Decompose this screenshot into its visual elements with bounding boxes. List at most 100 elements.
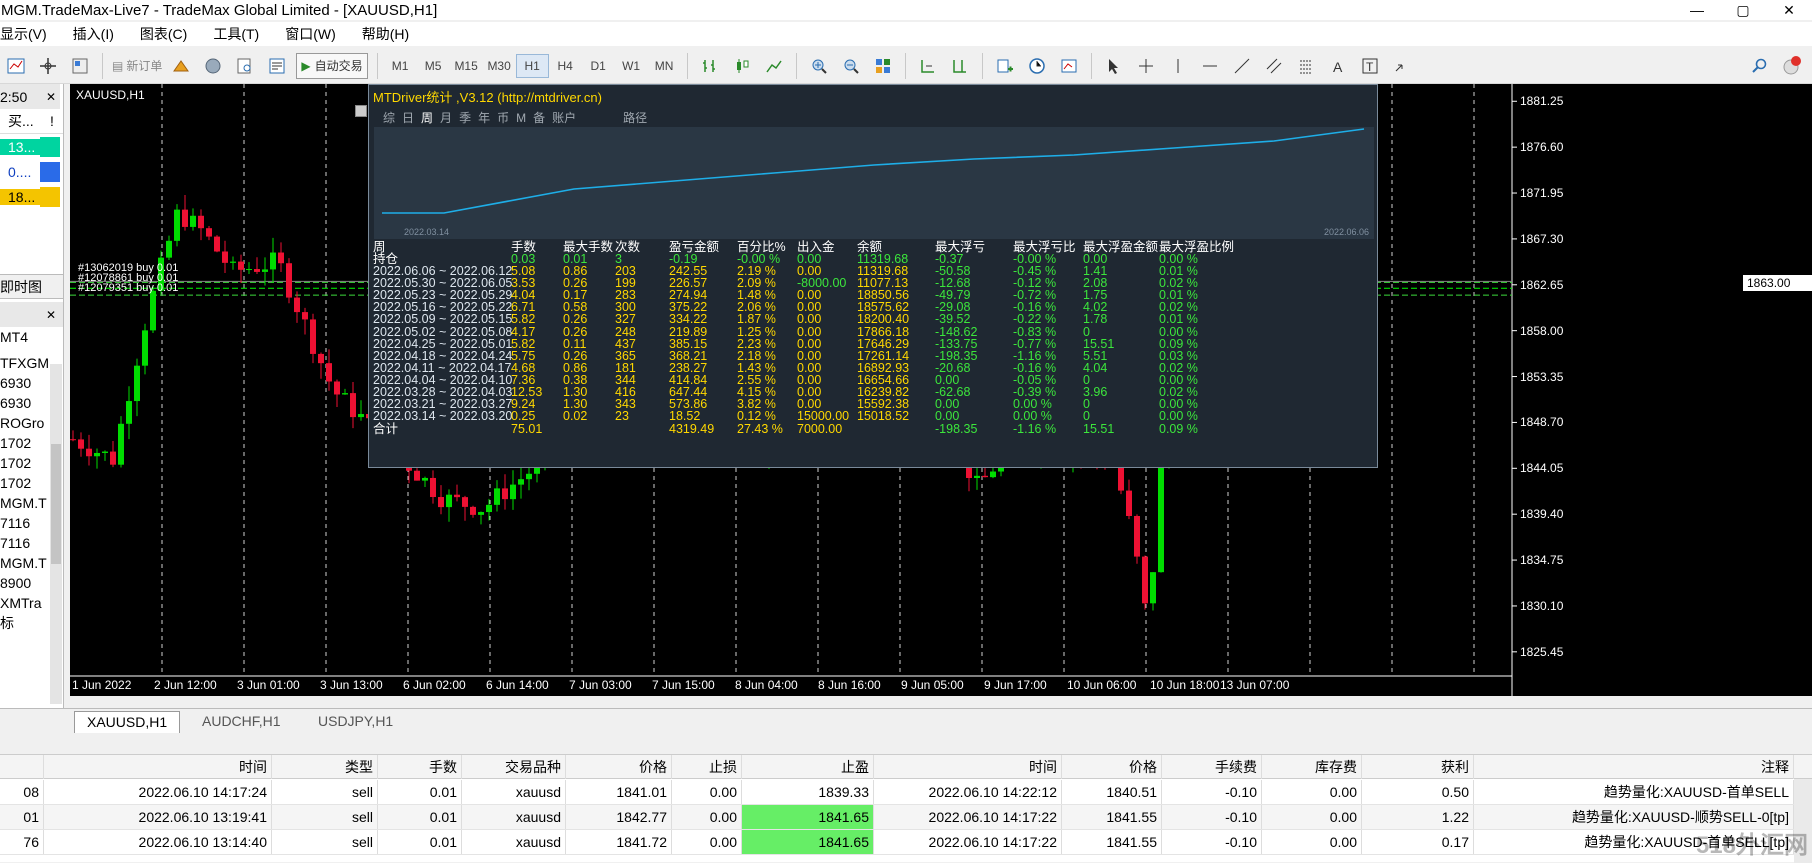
zoom-out-icon[interactable] [839, 54, 863, 78]
orders-column-header[interactable]: 获利 [1362, 755, 1474, 779]
new-order-button[interactable]: ▤ 新订单 [112, 53, 162, 79]
timeframe-m30[interactable]: M30 [483, 59, 516, 73]
timeframe-d1[interactable]: D1 [582, 59, 615, 73]
candle [214, 235, 220, 253]
order-cell: 2022.06.10 13:19:41 [44, 805, 272, 829]
stats-tab[interactable]: 路径 [623, 111, 647, 125]
close-button[interactable]: ✕ [1766, 0, 1812, 20]
orders-column-header[interactable]: 类型 [272, 755, 378, 779]
candlestick-icon[interactable] [730, 54, 754, 78]
grid-toggle-icon[interactable] [355, 105, 367, 117]
trendline-icon[interactable] [1230, 54, 1254, 78]
chart-shift-icon[interactable] [948, 54, 972, 78]
close-icon[interactable]: ✕ [46, 90, 56, 104]
order-row[interactable]: 01 2022.06.10 13:19:41 sell 0.01 xauusd 1842.… [0, 805, 1812, 830]
orders-column-header[interactable]: 价格 [566, 755, 672, 779]
timeframe-m1[interactable]: M1 [384, 59, 417, 73]
stats-tab[interactable]: 季 [459, 111, 471, 125]
navigator-item[interactable]: 标 [0, 610, 14, 635]
orders-column-header[interactable]: 价格 [1062, 755, 1162, 779]
tab-audchf-h1[interactable]: AUDCHF,H1 [190, 711, 293, 733]
profiles-icon[interactable] [68, 54, 92, 78]
menu-tools[interactable]: 工具(T) [213, 24, 259, 44]
stats-tab[interactable]: 周 [421, 111, 433, 125]
text-icon[interactable]: A [1326, 54, 1350, 78]
quote-row[interactable]: 13... [0, 134, 63, 159]
fibonacci-icon[interactable] [1294, 54, 1318, 78]
new-chart-icon[interactable] [4, 54, 28, 78]
maximize-button[interactable]: ▢ [1720, 0, 1766, 20]
orders-column-header[interactable]: 止盈 [742, 755, 874, 779]
messages-icon[interactable] [1780, 54, 1804, 78]
toolbar-separator [1090, 52, 1092, 79]
auto-trade-button[interactable]: ▶ 自动交易 [296, 52, 368, 79]
stats-tab[interactable]: 年 [478, 111, 490, 125]
orders-column-header[interactable]: 时间 [874, 755, 1062, 779]
minimize-button[interactable]: — [1674, 0, 1720, 20]
tab-usdjpy-h1[interactable]: USDJPY,H1 [306, 711, 405, 733]
zoom-in-icon[interactable] [807, 54, 831, 78]
menu-insert[interactable]: 插入(I) [73, 24, 114, 44]
menu-view[interactable]: 显示(V) [0, 24, 47, 44]
timeframe-m5[interactable]: M5 [417, 59, 450, 73]
stats-tab[interactable]: 月 [440, 111, 452, 125]
tile-windows-icon[interactable] [871, 54, 895, 78]
globe-icon[interactable] [201, 54, 225, 78]
channel-icon[interactable] [1262, 54, 1286, 78]
crosshair-icon[interactable] [1134, 54, 1158, 78]
order-row[interactable]: 08 2022.06.10 14:17:24 sell 0.01 xauusd 1841.… [0, 780, 1812, 805]
orders-table: 时间 类型 手数 交易品种 价格 止损 止盈 时间 价格 手续费 库存费 获利 注释 08 2022.06… [0, 754, 1812, 863]
price-tick-label: 1853.35 [1520, 369, 1564, 384]
stats-tab[interactable]: 账户 [552, 111, 576, 125]
menu-window[interactable]: 窗口(W) [285, 24, 336, 44]
timeframe-h1[interactable]: H1 [515, 53, 549, 78]
timeframe-m15[interactable]: M15 [450, 59, 483, 73]
quote-row[interactable]: 0.... [0, 159, 63, 184]
timeframe-w1[interactable]: W1 [615, 59, 648, 73]
tab-realtime-chart[interactable]: 即时图 [0, 274, 63, 299]
stats-tab[interactable]: 综 [383, 111, 395, 125]
stats-tab[interactable]: 日 [402, 111, 414, 125]
orders-column-header[interactable]: 止损 [672, 755, 742, 779]
horizontal-line-icon[interactable] [1198, 54, 1222, 78]
menu-help[interactable]: 帮助(H) [362, 24, 409, 44]
orders-column-header[interactable]: 手数 [378, 755, 462, 779]
arrows-icon[interactable] [1390, 54, 1414, 78]
scrollbar-thumb[interactable] [51, 444, 61, 564]
search-icon[interactable] [1748, 54, 1772, 78]
buy-column[interactable]: 买... [8, 111, 34, 131]
close-icon[interactable]: ✕ [46, 308, 56, 322]
quote-row[interactable]: 18... [0, 184, 63, 209]
orders-column-header[interactable]: 库存费 [1262, 755, 1362, 779]
bar-chart-icon[interactable] [698, 54, 722, 78]
text-label-icon[interactable]: T [1358, 54, 1382, 78]
stats-tab[interactable]: 备 [533, 111, 545, 125]
stats-tab[interactable]: M [516, 111, 526, 125]
scrollbar[interactable] [50, 364, 62, 704]
vertical-line-icon[interactable] [1166, 54, 1190, 78]
auto-scroll-icon[interactable] [916, 54, 940, 78]
search-doc-icon[interactable] [233, 54, 257, 78]
order-row[interactable]: 76 2022.06.10 13:14:40 sell 0.01 xauusd 1841.… [0, 830, 1812, 855]
orders-column-header[interactable]: 交易品种 [462, 755, 566, 779]
orders-column-header[interactable]: 注释 [1474, 755, 1794, 779]
crosshair-move-icon[interactable] [36, 54, 60, 78]
timeframe-mn[interactable]: MN [648, 59, 681, 73]
templates-icon[interactable] [1057, 54, 1081, 78]
orders-column-header[interactable] [0, 755, 44, 779]
orders-column-header[interactable]: 手续费 [1162, 755, 1262, 779]
stats-tab[interactable]: 币 [497, 111, 509, 125]
terminal-icon[interactable] [265, 54, 289, 78]
line-chart-icon[interactable] [762, 54, 786, 78]
stats-cell: 0.09 % [1159, 422, 1198, 436]
order-cell: 趋势量化:XAUUSD-首单SELL [1474, 780, 1794, 804]
market-watch-icon[interactable] [169, 54, 193, 78]
timeframe-h4[interactable]: H4 [549, 59, 582, 73]
tab-xauusd-h1[interactable]: XAUUSD,H1 [74, 711, 181, 733]
indicators-icon[interactable] [993, 54, 1017, 78]
curve-end-label: 2022.06.06 [1324, 227, 1370, 237]
menu-charts[interactable]: 图表(C) [140, 24, 187, 44]
cursor-icon[interactable] [1102, 54, 1126, 78]
periods-clock-icon[interactable] [1025, 54, 1049, 78]
orders-column-header[interactable]: 时间 [44, 755, 272, 779]
